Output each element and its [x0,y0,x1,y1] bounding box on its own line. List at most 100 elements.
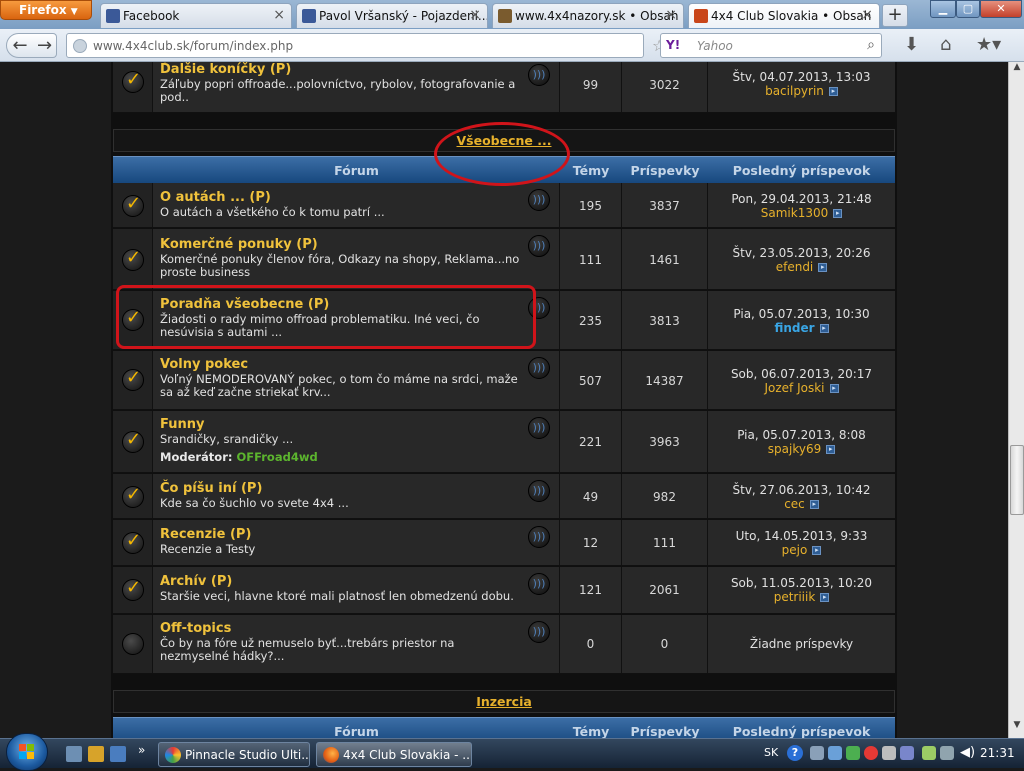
forum-description: Recenzie a Testy [160,542,256,556]
home-icon[interactable]: ⌂ [940,34,951,55]
last-post-author[interactable]: petriiik ▸ [708,590,895,604]
volume-icon[interactable]: ◀) [960,745,975,760]
last-post-author[interactable]: Samik1300 ▸ [708,206,895,220]
rss-feed-icon[interactable]: ))) [528,480,550,502]
tray-network-status-icon[interactable] [940,746,954,760]
rss-feed-icon[interactable]: ))) [528,357,550,379]
goto-last-post-icon[interactable]: ▸ [833,209,843,218]
bookmarks-menu-icon[interactable]: ★▾ [976,34,1001,55]
taskbar-item-pinnacle[interactable]: Pinnacle Studio Ulti... [158,742,310,767]
last-post-author[interactable]: cec ▸ [708,497,895,511]
author-name[interactable]: Jozef Joski [764,381,824,395]
goto-last-post-icon[interactable]: ▸ [829,384,839,393]
search-input[interactable]: Y! Yahoo ⌕ [660,33,882,58]
last-post-author[interactable]: spajky69 ▸ [708,442,895,456]
author-name[interactable]: bacilpyrin [765,84,824,98]
author-name[interactable]: spajky69 [768,442,821,456]
no-posts-text: Žiadne príspevky [749,637,854,651]
firefox-menu-button[interactable]: Firefox ▼ [0,0,92,20]
forum-title-link[interactable]: Archív (P) [160,574,232,589]
posts-count: 111 [622,520,708,565]
site-identity-icon[interactable] [73,39,87,53]
forum-title-link[interactable]: Funny [160,417,204,432]
last-post-author[interactable]: pejo ▸ [708,543,895,557]
tray-app-icon[interactable] [882,746,896,760]
media-player-icon[interactable] [88,746,104,762]
moderator-name-link[interactable]: OFFroad4wd [237,450,318,464]
forum-description: Kde sa čo šuchlo vo svete 4x4 ... [160,496,349,510]
tray-antivirus-icon[interactable] [864,746,878,760]
tab-4x4nazory[interactable]: www.4x4nazory.sk • Obsah × [492,3,684,28]
forward-button[interactable]: → [33,33,57,58]
ie-icon[interactable] [110,746,126,762]
help-icon[interactable]: ? [787,745,803,761]
close-icon[interactable]: × [665,7,677,23]
minimize-button[interactable]: ▁ [930,0,956,18]
scrollbar-thumb[interactable] [1010,445,1024,515]
taskbar-item-firefox[interactable]: 4x4 Club Slovakia - ... [316,742,472,767]
scroll-up-arrow-icon[interactable]: ▲ [1009,62,1024,78]
close-icon[interactable]: × [861,7,873,23]
show-desktop-icon[interactable] [66,746,82,762]
rss-feed-icon[interactable]: ))) [528,64,550,86]
system-clock[interactable]: 21:31 [980,746,1015,760]
goto-last-post-icon[interactable]: ▸ [819,324,829,333]
download-icon[interactable]: ⬇ [904,34,919,55]
pinnacle-icon [165,747,181,763]
topics-count: 507 [560,351,622,409]
tray-battery-icon[interactable] [922,746,936,760]
page-scrollbar[interactable]: ▲ ▼ [1008,62,1024,738]
forum-title-link[interactable]: Čo píšu iní (P) [160,481,262,496]
author-name[interactable]: cec [784,497,805,511]
tab-pavol[interactable]: Pavol Vršanský - Pojazdeni... × [296,3,488,28]
tray-network-icon[interactable] [828,746,842,760]
last-post-author[interactable]: bacilpyrin ▸ [708,84,895,98]
tray-security-icon[interactable] [846,746,860,760]
author-name[interactable]: efendi [776,260,814,274]
rss-feed-icon[interactable]: ))) [528,526,550,548]
rss-feed-icon[interactable]: ))) [528,417,550,439]
forum-title-link[interactable]: Volny pokec [160,357,248,372]
language-indicator[interactable]: SK [764,746,778,759]
close-icon[interactable]: × [273,7,285,23]
tab-4x4club[interactable]: 4x4 Club Slovakia • Obsah × [688,3,880,28]
scroll-down-arrow-icon[interactable]: ▼ [1009,720,1024,736]
rss-feed-icon[interactable]: ))) [528,235,550,257]
address-bar[interactable]: www.4x4club.sk/forum/index.php ☆ ▼ ↻ [66,33,704,58]
maximize-button[interactable]: ▢ [956,0,980,18]
rss-feed-icon[interactable]: ))) [528,621,550,643]
new-tab-button[interactable]: + [882,4,908,27]
last-post-author[interactable]: finder ▸ [708,321,895,335]
author-name[interactable]: finder [774,321,814,335]
goto-last-post-icon[interactable]: ▸ [826,445,836,454]
goto-last-post-icon[interactable]: ▸ [809,500,819,509]
close-icon[interactable]: × [469,7,481,23]
close-window-button[interactable]: ✕ [980,0,1022,18]
forum-title-link[interactable]: Ďalšie koníčky (P) [160,62,291,77]
tab-facebook[interactable]: Facebook × [100,3,292,28]
goto-last-post-icon[interactable]: ▸ [818,263,828,272]
goto-last-post-icon[interactable]: ▸ [812,546,822,555]
goto-last-post-icon[interactable]: ▸ [828,87,838,96]
quicklaunch-more-icon[interactable]: » [138,743,145,757]
last-post-author[interactable]: efendi ▸ [708,260,895,274]
forward-arrow-icon: → [36,35,53,56]
start-button[interactable] [6,733,48,771]
goto-last-post-icon[interactable]: ▸ [820,593,830,602]
search-icon[interactable]: ⌕ [867,37,875,53]
author-name[interactable]: petriiik [774,590,816,604]
forum-title-link[interactable]: Off-topics [160,621,231,636]
forum-title-link[interactable]: Komerčné ponuky (P) [160,237,318,252]
rss-feed-icon[interactable]: ))) [528,573,550,595]
last-post-author[interactable]: Jozef Joski ▸ [708,381,895,395]
yahoo-logo-icon[interactable]: Y! [666,38,680,52]
forum-title-link[interactable]: Recenzie (P) [160,527,251,542]
back-button[interactable]: ← [6,33,34,58]
forum-title-link[interactable]: O autách ... (P) [160,190,271,205]
author-name[interactable]: pejo [782,543,808,557]
category-ads-link[interactable]: Inzercia [476,694,532,709]
author-name[interactable]: Samik1300 [761,206,828,220]
tray-tools-icon[interactable] [900,746,914,760]
rss-feed-icon[interactable]: ))) [528,189,550,211]
tray-device-icon[interactable] [810,746,824,760]
